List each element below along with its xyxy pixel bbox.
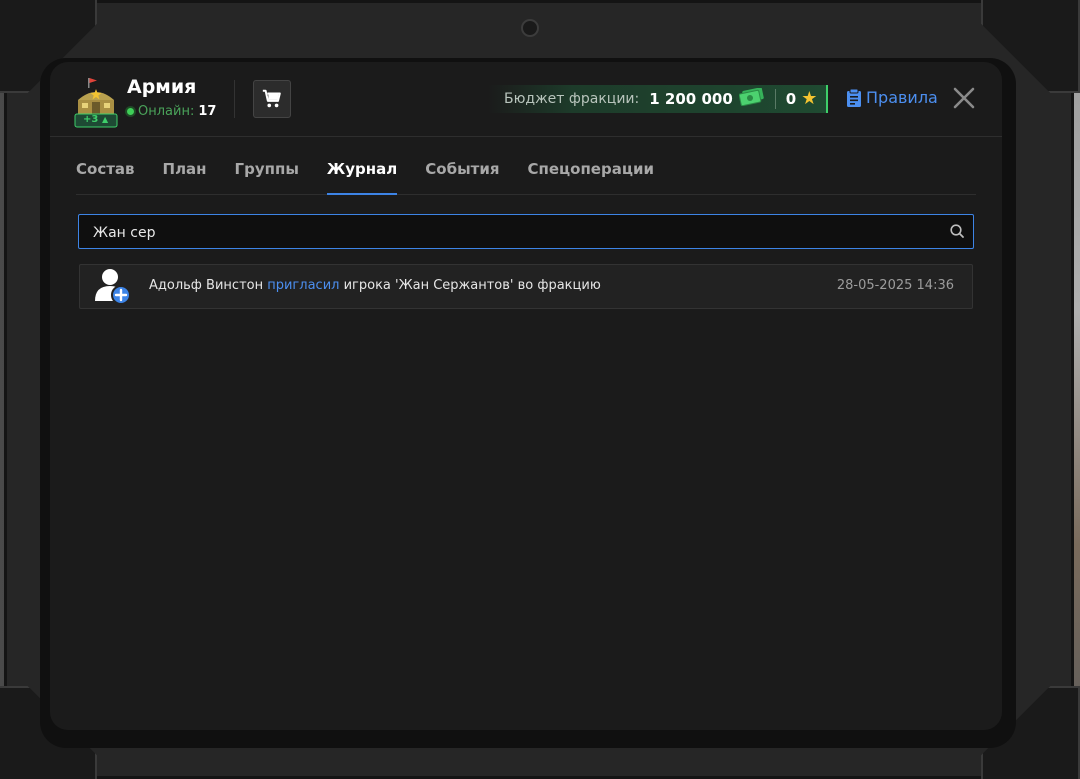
faction-name: Армия [127,76,197,98]
cart-icon [262,89,281,108]
shop-cart-button[interactable] [253,80,291,118]
header-divider [234,80,235,118]
search-icon[interactable] [949,223,965,239]
stars-value: 0 [785,90,797,108]
tab-groups[interactable]: Группы [235,136,299,194]
rules-link[interactable]: Правила [846,88,938,107]
tab-plan[interactable]: План [163,136,207,194]
tab-sostav[interactable]: Состав [76,136,135,194]
budget-divider [774,89,776,109]
star-icon: ★ [801,88,818,109]
tab-journal[interactable]: Журнал [326,136,398,195]
faction-level-badge: +3 [83,114,99,125]
budget-label: Бюджет фракции: [504,91,640,107]
online-status: Онлайн: 17 [127,104,216,119]
online-count: 17 [198,104,217,119]
log-actor: Адольф Винстон [149,278,264,293]
log-timestamp: 28-05-2025 14:36 [836,278,954,293]
budget-value: 1 200 000 [649,90,733,108]
rules-label: Правила [866,88,938,107]
close-button[interactable] [950,84,978,112]
journal-log-list: Адольф Винстон пригласил игрока 'Жан Сер… [79,264,973,309]
clipboard-icon [847,88,861,107]
online-label: Онлайн: [138,104,195,119]
money-icon [738,87,765,110]
faction-budget: Бюджет фракции: 1 200 000 0 ★ [488,85,828,113]
user-invite-icon [92,268,132,306]
log-entry: Адольф Винстон пригласил игрока 'Жан Сер… [79,264,973,309]
tab-events[interactable]: События [425,136,499,194]
tab-special-operations[interactable]: Спецоперации [527,136,654,194]
game-scene: +3 ▲ Армия Онлайн: 17 Бюджет фракции: 1 … [0,0,1080,779]
online-dot-icon [127,108,134,115]
panel-header: +3 ▲ Армия Онлайн: 17 Бюджет фракции: 1 … [50,62,1002,137]
search-input[interactable] [91,215,935,250]
search-box [78,214,974,250]
faction-barracks-icon: +3 ▲ [74,76,118,128]
log-action: пригласил [267,278,340,293]
faction-panel: +3 ▲ Армия Онлайн: 17 Бюджет фракции: 1 … [50,62,1002,730]
log-message: Адольф Винстон пригласил игрока 'Жан Сер… [149,278,601,293]
section-tabs: Состав План Группы Журнал События Спецоп… [76,136,976,195]
tablet-camera [521,19,539,37]
badge-up-arrow-icon: ▲ [102,115,109,124]
close-icon [953,87,975,109]
log-details: игрока 'Жан Сержантов' во фракцию [343,278,601,293]
